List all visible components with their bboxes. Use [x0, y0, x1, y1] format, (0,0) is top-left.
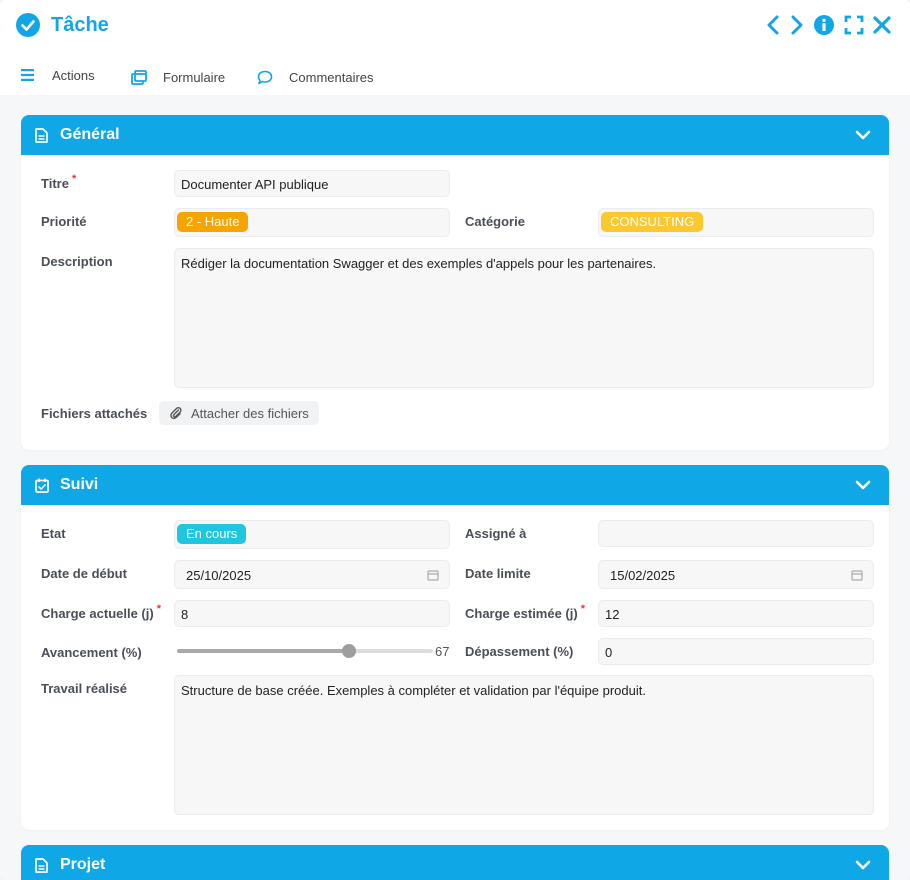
travail-textarea[interactable]: Structure de base créée. Exemples à comp… — [174, 675, 874, 815]
general-panel: Général Titre * Documenter API publique P… — [21, 115, 889, 450]
titre-value: Documenter API publique — [181, 177, 329, 192]
nav-commentaires-label: Commentaires — [289, 69, 374, 85]
titre-label-text: Titre — [41, 176, 69, 191]
required-marker: * — [580, 603, 585, 615]
depassement-input[interactable]: 0 — [598, 638, 874, 665]
projet-panel-header[interactable]: Projet — [21, 845, 889, 880]
task-window: Tâche Actions Formulaire Commentaires Gé… — [0, 0, 910, 880]
close-icon[interactable] — [871, 14, 893, 36]
form-icon — [129, 67, 149, 87]
projet-panel-title: Projet — [60, 856, 106, 873]
info-icon[interactable] — [813, 14, 835, 36]
charge-estimee-label: Charge estimée (j) * — [465, 603, 585, 621]
projet-panel: Projet — [21, 845, 889, 880]
expand-icon[interactable] — [843, 14, 865, 36]
travail-label: Travail réalisé — [41, 681, 128, 696]
charge-actuelle-label-text: Charge actuelle (j) — [41, 606, 154, 621]
description-label: Description — [41, 254, 113, 269]
date-limite-input[interactable]: 15/02/2025 — [598, 560, 874, 589]
attach-files-button[interactable]: Attacher des fichiers — [159, 401, 319, 425]
etat-label: Etat — [41, 526, 66, 541]
categorie-select[interactable]: CONSULTING — [598, 208, 874, 237]
assigne-label: Assigné à — [465, 526, 527, 541]
menu-icon — [18, 65, 38, 85]
description-value: Rédiger la documentation Swagger et des … — [181, 256, 657, 271]
document-icon — [35, 127, 51, 143]
chevron-down-icon[interactable] — [855, 857, 871, 873]
charge-estimee-input[interactable]: 12 — [598, 600, 874, 627]
window-title: Tâche — [51, 14, 109, 36]
charge-actuelle-input[interactable]: 8 — [174, 600, 450, 627]
depassement-value: 0 — [605, 645, 613, 660]
description-textarea[interactable]: Rédiger la documentation Swagger et des … — [174, 248, 874, 388]
slider-thumb[interactable] — [342, 644, 356, 658]
date-debut-label: Date de début — [41, 566, 127, 581]
avancement-label: Avancement (%) — [41, 645, 142, 660]
window-header: Tâche Actions Formulaire Commentaires — [0, 0, 910, 95]
categorie-badge: CONSULTING — [601, 212, 704, 232]
nav-actions[interactable]: Actions — [18, 64, 95, 86]
attach-files-label: Attacher des fichiers — [191, 405, 309, 421]
date-limite-value: 15/02/2025 — [610, 568, 676, 583]
general-panel-title: Général — [60, 126, 120, 143]
categorie-label: Catégorie — [465, 214, 525, 229]
general-panel-header[interactable]: Général — [21, 115, 889, 155]
chevron-down-icon[interactable] — [855, 477, 871, 493]
comment-icon — [255, 67, 275, 87]
titre-label: Titre * — [41, 173, 77, 191]
calendar-icon[interactable] — [427, 569, 439, 581]
travail-value: Structure de base créée. Exemples à comp… — [181, 683, 646, 698]
date-debut-input[interactable]: 25/10/2025 — [174, 560, 450, 589]
etat-select[interactable]: En cours — [174, 520, 450, 549]
depassement-label: Dépassement (%) — [465, 644, 574, 659]
priorite-label: Priorité — [41, 214, 87, 229]
required-marker: * — [156, 603, 161, 615]
etat-badge: En cours — [177, 524, 247, 544]
paperclip-icon — [169, 406, 183, 420]
priorite-badge: 2 - Haute — [177, 212, 249, 232]
avancement-value: 67 — [435, 644, 450, 659]
nav-commentaires[interactable]: Commentaires — [255, 66, 374, 88]
nav-formulaire[interactable]: Formulaire — [129, 66, 225, 88]
date-debut-value: 25/10/2025 — [186, 568, 252, 583]
slider-fill — [177, 649, 349, 653]
document-icon — [35, 857, 51, 873]
suivi-panel: Suivi Etat En cours Assigné à Date de dé… — [21, 465, 889, 830]
fichiers-label: Fichiers attachés — [41, 406, 148, 421]
charge-actuelle-value: 8 — [181, 607, 189, 622]
calendar-check-icon — [35, 477, 51, 493]
avancement-slider[interactable] — [177, 643, 433, 659]
titre-input[interactable]: Documenter API publique — [174, 170, 450, 197]
suivi-panel-header[interactable]: Suivi — [21, 465, 889, 505]
charge-estimee-value: 12 — [605, 607, 620, 622]
calendar-icon[interactable] — [851, 569, 863, 581]
suivi-panel-title: Suivi — [60, 476, 99, 493]
check-circle-icon — [16, 13, 40, 37]
date-limite-label: Date limite — [465, 566, 531, 581]
nav-actions-label: Actions — [52, 67, 95, 83]
nav-formulaire-label: Formulaire — [163, 69, 226, 85]
next-icon[interactable] — [785, 14, 807, 36]
required-marker: * — [71, 173, 77, 185]
chevron-down-icon[interactable] — [855, 127, 871, 143]
priorite-select[interactable]: 2 - Haute — [174, 208, 450, 237]
previous-icon[interactable] — [763, 14, 785, 36]
assigne-select[interactable] — [598, 520, 874, 547]
charge-estimee-label-text: Charge estimée (j) — [465, 606, 578, 621]
charge-actuelle-label: Charge actuelle (j) * — [41, 603, 161, 621]
